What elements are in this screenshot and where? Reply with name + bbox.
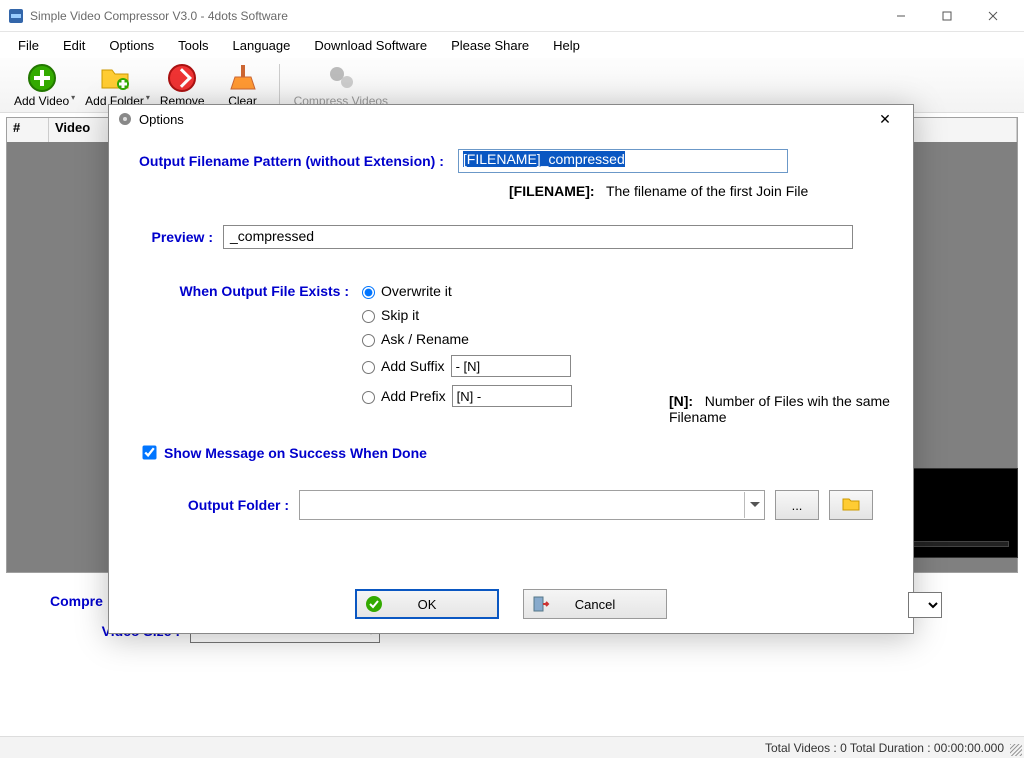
n-token-desc: Number of Files wih the same Filename (669, 393, 890, 425)
pattern-label: Output Filename Pattern (without Extensi… (139, 153, 444, 169)
radio-ask-rename[interactable]: Ask / Rename (357, 331, 578, 347)
status-text: Total Videos : 0 Total Duration : 00:00:… (765, 741, 1004, 755)
menu-please-share[interactable]: Please Share (439, 34, 541, 57)
col-number[interactable]: # (7, 118, 49, 142)
maximize-button[interactable] (924, 0, 970, 32)
remove-red-icon (166, 62, 198, 94)
toolbar-divider (279, 64, 280, 106)
n-token-label: [N]: (669, 393, 693, 409)
options-dialog: Options ✕ Output Filename Pattern (witho… (108, 104, 914, 634)
folder-plus-icon (99, 62, 131, 94)
menu-edit[interactable]: Edit (51, 34, 97, 57)
compression-label-truncated: Compre (50, 593, 103, 609)
gears-icon (325, 62, 357, 94)
menubar: File Edit Options Tools Language Downloa… (0, 32, 1024, 58)
app-icon (8, 8, 24, 24)
open-folder-button[interactable] (829, 490, 873, 520)
dialog-titlebar: Options ✕ (109, 105, 913, 133)
menu-options[interactable]: Options (97, 34, 166, 57)
radio-add-suffix[interactable]: Add Suffix (357, 355, 578, 377)
toolbar-label: Add Video (14, 94, 69, 108)
clear-button[interactable]: Clear (213, 60, 273, 110)
radio-skip[interactable]: Skip it (357, 307, 578, 323)
when-exists-label: When Output File Exists : (139, 283, 349, 415)
broom-icon (227, 62, 259, 94)
check-green-icon (365, 595, 383, 613)
close-window-button[interactable] (970, 0, 1016, 32)
dialog-close-button[interactable]: ✕ (865, 111, 905, 128)
filename-token-desc: The filename of the first Join File (606, 183, 808, 199)
add-video-button[interactable]: Add Video ▾ (6, 60, 77, 110)
cancel-button[interactable]: Cancel (523, 589, 667, 619)
preview-output: _compressed (223, 225, 853, 249)
titlebar: Simple Video Compressor V3.0 - 4dots Sof… (0, 0, 1024, 32)
cancel-label: Cancel (575, 597, 615, 612)
dialog-title: Options (139, 112, 865, 127)
remove-button[interactable]: Remove (152, 60, 213, 110)
browse-folder-button[interactable]: ... (775, 490, 819, 520)
radio-overwrite[interactable]: Overwrite it (357, 283, 578, 299)
menu-file[interactable]: File (6, 34, 51, 57)
show-success-message-label: Show Message on Success When Done (164, 445, 427, 461)
filename-pattern-input[interactable]: [FILENAME]_compressed (458, 149, 788, 173)
suffix-input[interactable] (451, 355, 571, 377)
menu-help[interactable]: Help (541, 34, 592, 57)
exit-door-icon (532, 595, 550, 613)
dialog-icon (117, 111, 133, 127)
prefix-input[interactable] (452, 385, 572, 407)
ok-button[interactable]: OK (355, 589, 499, 619)
menu-tools[interactable]: Tools (166, 34, 220, 57)
chevron-down-icon: ▾ (71, 93, 75, 102)
chevron-down-icon: ▾ (146, 93, 150, 102)
output-folder-label: Output Folder : (139, 497, 289, 513)
menu-download-software[interactable]: Download Software (302, 34, 439, 57)
resize-grip[interactable] (1010, 744, 1022, 756)
minimize-button[interactable] (878, 0, 924, 32)
preview-label: Preview : (139, 229, 213, 245)
add-folder-button[interactable]: Add Folder ▾ (77, 60, 152, 110)
menu-language[interactable]: Language (221, 34, 303, 57)
compression-select-cut[interactable] (908, 592, 942, 618)
compress-videos-button[interactable]: Compress Videos (286, 60, 397, 110)
pattern-selection: [FILENAME]_compressed (463, 151, 625, 167)
folder-open-icon (842, 497, 860, 514)
window-title: Simple Video Compressor V3.0 - 4dots Sof… (30, 9, 878, 23)
chevron-down-icon (744, 492, 764, 518)
show-success-message-checkbox[interactable] (142, 445, 156, 459)
plus-green-icon (26, 62, 58, 94)
status-bar: Total Videos : 0 Total Duration : 00:00:… (0, 736, 1024, 758)
filename-token-label: [FILENAME]: (509, 183, 595, 199)
output-folder-combo[interactable] (299, 490, 765, 520)
ok-label: OK (418, 597, 437, 612)
radio-add-prefix[interactable]: Add Prefix (357, 385, 578, 407)
